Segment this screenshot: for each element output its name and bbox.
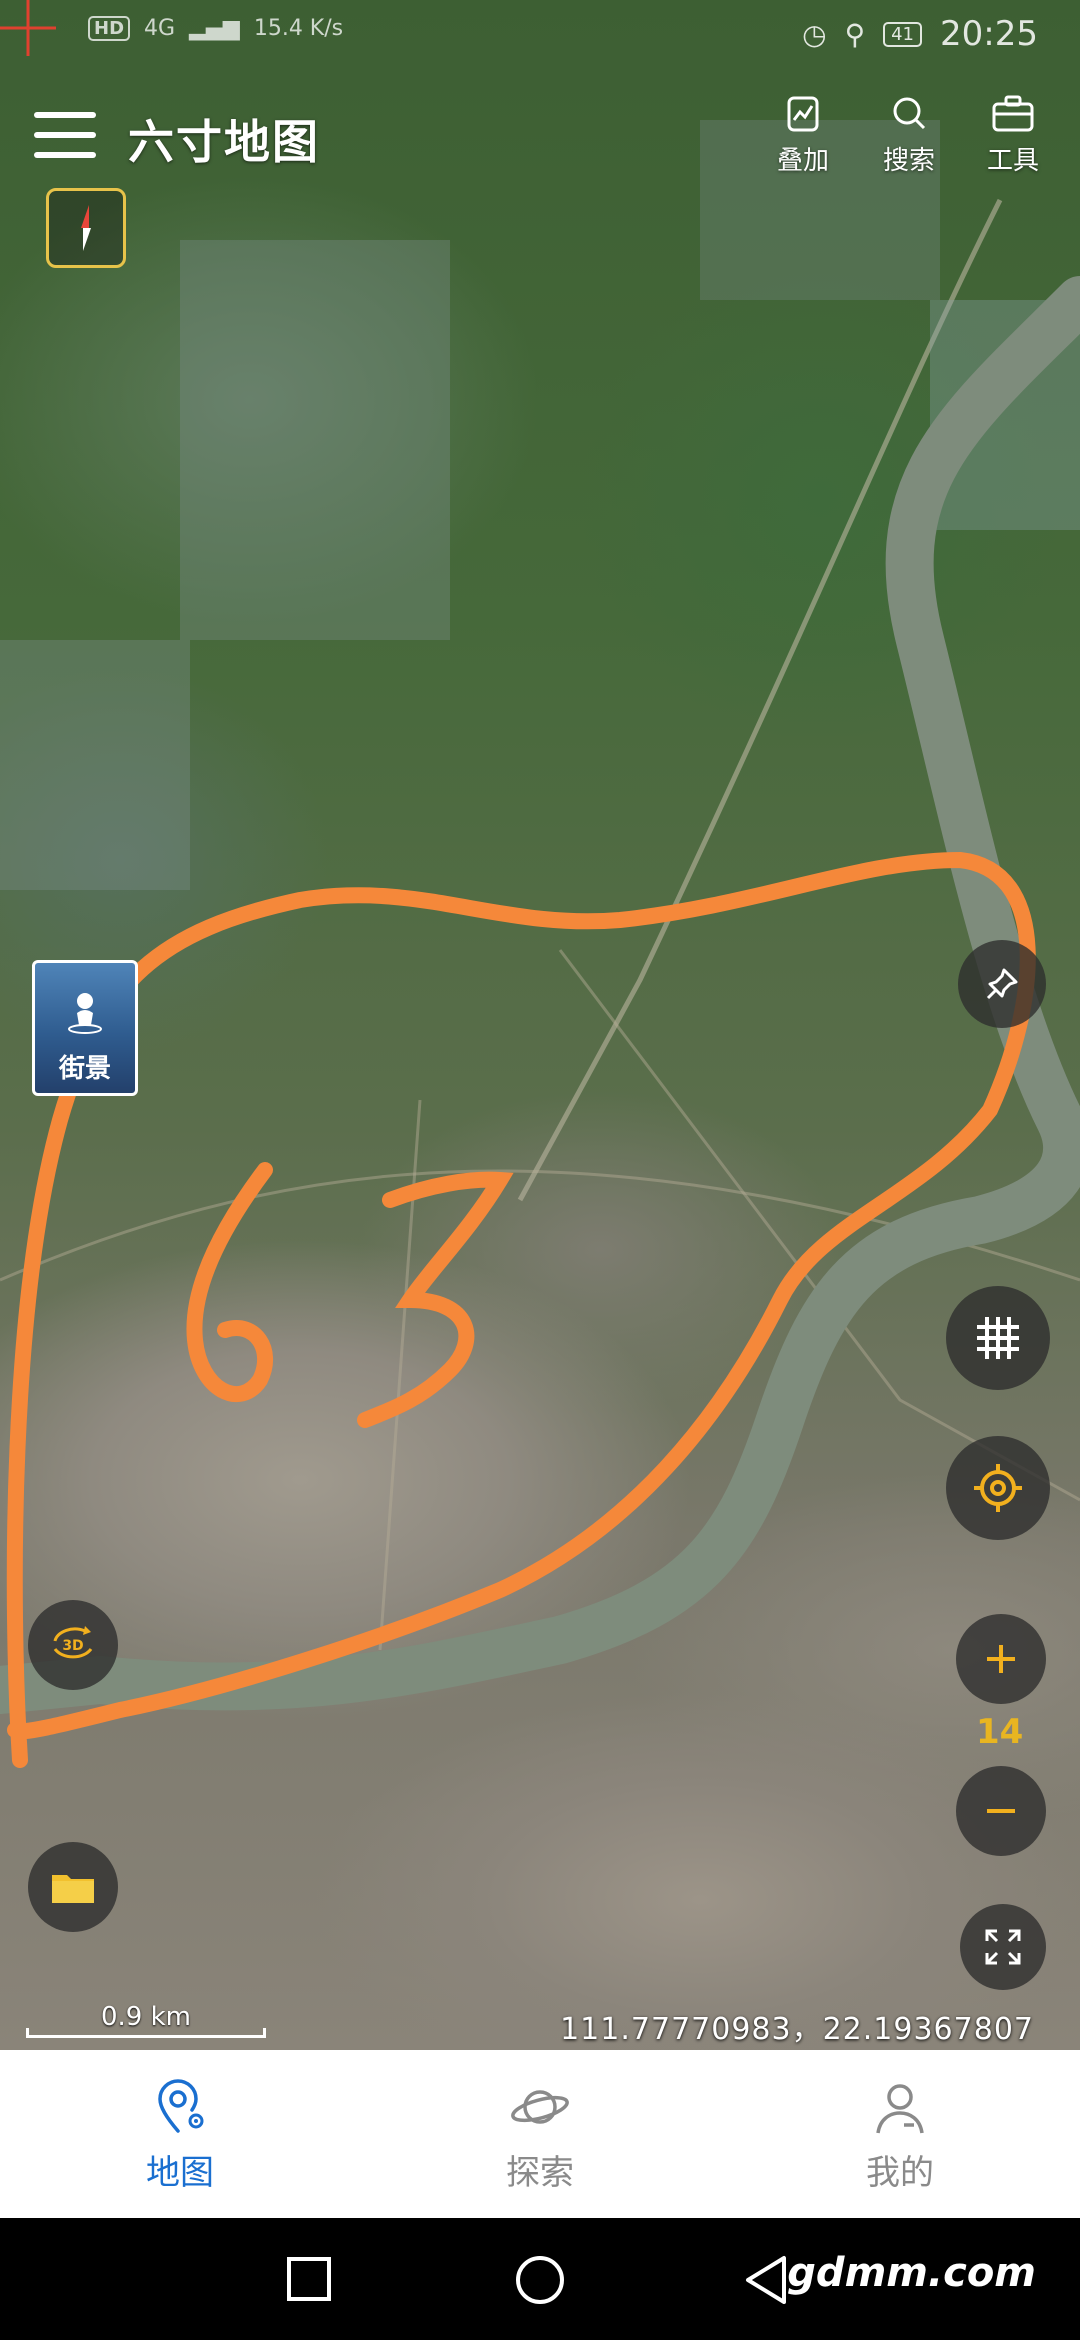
compass-button[interactable] <box>46 188 126 268</box>
grid-button[interactable] <box>946 1286 1050 1390</box>
3d-rotate-icon: 3D <box>53 1626 93 1659</box>
toolbox-icon <box>992 95 1034 132</box>
locate-icon <box>974 1464 1022 1512</box>
zoom-out-button[interactable] <box>956 1766 1046 1856</box>
overlay-button[interactable]: 叠加 <box>758 92 848 177</box>
folder-icon <box>52 1875 94 1903</box>
river <box>0 276 1080 1714</box>
fullscreen-icon <box>985 1929 1021 1965</box>
nav-item-map[interactable]: 地图 <box>0 2050 360 2218</box>
watermark-text: gdmm.com <box>787 2250 1036 2296</box>
scale-line <box>26 2028 266 2038</box>
network-speed: 15.4 K/s <box>253 16 344 41</box>
coordinates-readout: 111.77770983，22.19367807 <box>560 2012 1034 2047</box>
nav-label-explore: 探索 <box>506 2152 574 2193</box>
status-right: ◷ ⚲ 41 20:25 <box>802 14 1038 54</box>
fullscreen-button[interactable] <box>960 1904 1046 1990</box>
pin-button[interactable] <box>958 940 1046 1028</box>
status-left: HD 4G ▂▄▆ 15.4 K/s <box>88 16 343 41</box>
zoom-level: 14 <box>976 1712 1024 1752</box>
planet-icon <box>511 2089 569 2124</box>
street-view-button[interactable]: 街景 <box>32 960 138 1096</box>
bottom-nav: 地图 探索 我的 <box>0 2050 1080 2218</box>
satellite-map[interactable] <box>0 0 1080 2050</box>
nav-label-mine: 我的 <box>866 2152 934 2193</box>
hd-badge: HD <box>88 16 131 41</box>
alarm-icon: ◷ <box>802 17 827 51</box>
battery-indicator: 41 <box>883 21 923 47</box>
search-label: 搜索 <box>882 146 935 176</box>
recent-apps-icon[interactable] <box>284 2254 334 2304</box>
status-bar: HD 4G ▂▄▆ 15.4 K/s ◷ ⚲ 41 20:25 <box>0 0 1080 80</box>
locate-button[interactable] <box>946 1436 1050 1540</box>
map-pin-icon <box>158 2078 204 2133</box>
app-title: 六寸地图 <box>128 115 320 169</box>
drawn-digit-3 <box>357 1171 514 1428</box>
back-icon[interactable] <box>742 2254 792 2306</box>
svg-text:3D: 3D <box>62 1638 83 1654</box>
tools-button[interactable]: 工具 <box>968 92 1058 177</box>
menu-icon[interactable] <box>34 112 96 160</box>
3d-mode-button[interactable]: 3D <box>28 1600 118 1690</box>
scale-bar: 0.9 km <box>26 2002 266 2038</box>
folder-button[interactable] <box>28 1842 118 1932</box>
plus-icon <box>987 1645 1015 1673</box>
street-view-label: 街景 <box>58 1054 111 1084</box>
layers-icon <box>787 96 819 132</box>
nav-label-map: 地图 <box>146 2152 214 2193</box>
home-icon[interactable] <box>512 2254 568 2310</box>
nav-item-mine[interactable]: 我的 <box>720 2050 1080 2218</box>
map-tile-haze-2 <box>0 640 190 890</box>
search-button[interactable]: 搜索 <box>864 92 954 177</box>
location-icon: ⚲ <box>844 17 866 51</box>
signal-icon: ▂▄▆ <box>189 16 240 41</box>
map-tile-haze <box>180 240 450 640</box>
tools-label: 工具 <box>986 146 1039 176</box>
grid-icon <box>977 1317 1019 1359</box>
network-type: 4G <box>144 16 176 41</box>
overlay-label: 叠加 <box>776 146 829 176</box>
city-road-2 <box>378 1099 422 1651</box>
person-pin-icon <box>68 993 102 1034</box>
map-overlay-svg <box>0 120 1080 1768</box>
status-time: 20:25 <box>940 14 1038 54</box>
minus-icon <box>987 1809 1015 1813</box>
system-nav-bar: gdmm.com <box>0 2218 1080 2340</box>
user-icon <box>876 2083 924 2133</box>
screen: HD 4G ▂▄▆ 15.4 K/s ◷ ⚲ 41 20:25 六寸地图 叠加 <box>0 0 1080 2340</box>
zoom-in-button[interactable] <box>956 1614 1046 1704</box>
search-icon <box>893 97 926 130</box>
top-bar: 六寸地图 叠加 搜索 工具 <box>0 95 1080 210</box>
compass-icon <box>81 205 91 251</box>
pin-icon <box>986 968 1018 1000</box>
nav-item-explore[interactable]: 探索 <box>360 2050 720 2218</box>
